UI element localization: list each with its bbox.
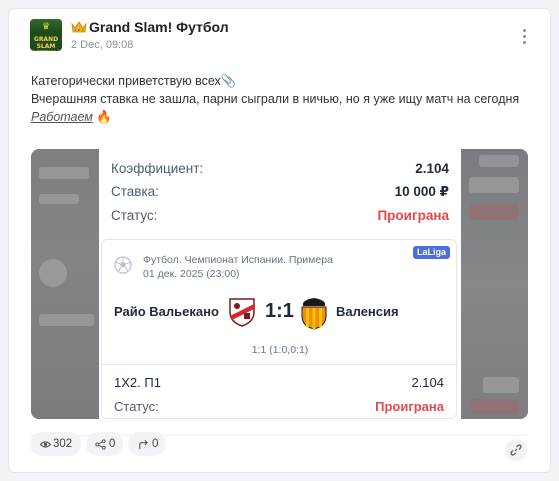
share-button[interactable]: 0 [86,432,123,456]
match-datetime: 01 дек. 2025 (23:00) [143,268,240,280]
share-icon [95,439,106,450]
stake-value: 10 000 ₽ [394,184,449,199]
match-status-row: Статус: Проиграна [114,399,444,417]
stake-row: Ставка: 10 000 ₽ [111,184,449,204]
image-blur-left [31,149,99,419]
post-line-greeting: Категорически приветствую всех📎 [31,74,237,88]
status-value: Проиграна [377,208,449,223]
league-info: Футбол. Чемпионат Испании. Примера 01 де… [143,253,333,281]
match-card: Футбол. Чемпионат Испании. Примера 01 де… [101,239,458,419]
forward-arrow-icon [139,439,148,450]
market-row: 1X2. П1 2.104 [114,375,444,393]
avatar-logo-text: GRAND SLAM BETTING [31,36,60,51]
more-menu-icon[interactable] [521,29,529,45]
status-label: Статус: [111,208,158,223]
post-text: Категорически приветствую всех📎 Вчерашня… [31,72,541,126]
league-name: Футбол. Чемпионат Испании. Примера [143,254,333,266]
crown-icon: ♛ [41,21,51,31]
forward-button[interactable]: 0 [128,432,166,456]
views-count: 302 [53,438,73,450]
coefficient-label: Коэффициент: [111,161,204,176]
views-counter[interactable]: 302 [30,432,81,456]
crown-emoji-icon [71,21,87,33]
channel-avatar[interactable]: ♛ GRAND SLAM BETTING [30,19,62,51]
stake-label: Ставка: [111,184,159,199]
valencia-crest-icon [301,298,327,330]
forwards-count: 0 [152,438,159,450]
eye-icon [40,441,51,448]
match-status-label: Статус: [114,399,159,414]
football-icon [114,256,132,274]
market-coefficient: 2.104 [411,375,444,390]
bet-slip-image[interactable]: Коэффициент: 2.104 Ставка: 10 000 ₽ Стат… [31,149,528,419]
shares-count: 0 [109,438,116,450]
post-line-signoff: Работаем 🔥 [31,108,541,126]
post-line-body: Вчерашняя ставка не зашла, парни сыграли… [31,92,520,106]
away-team-name: Валенсия [336,304,399,319]
home-team-name: Райо Вальекано [114,304,219,319]
link-icon [510,444,522,456]
post-hashtag-text[interactable]: Работаем [31,110,93,124]
bet-slip: Коэффициент: 2.104 Ставка: 10 000 ₽ Стат… [99,149,461,419]
status-row: Статус: Проиграна [111,208,449,228]
market-label: 1X2. П1 [114,375,161,390]
channel-name-text: Grand Slam! Футбол [89,19,229,35]
post-date: 2 Dec, 09:08 [71,39,134,51]
match-score: 1:1 [265,300,294,322]
coefficient-row: Коэффициент: 2.104 [111,161,449,181]
rayo-vallecano-crest-icon [229,298,255,327]
copy-link-button[interactable] [505,439,527,461]
image-blur-right [461,149,528,419]
channel-name[interactable]: Grand Slam! Футбол [71,19,229,35]
league-badge: LaLiga [412,246,450,259]
coefficient-value: 2.104 [415,161,449,176]
fire-emoji-icon: 🔥 [96,110,112,124]
post-card: ♛ GRAND SLAM BETTING Grand Slam! Футбол … [8,8,551,473]
score-detail: 1:1 (1:0,0:1) [251,344,309,356]
match-divider [102,364,458,365]
match-status-value: Проиграна [375,399,444,414]
